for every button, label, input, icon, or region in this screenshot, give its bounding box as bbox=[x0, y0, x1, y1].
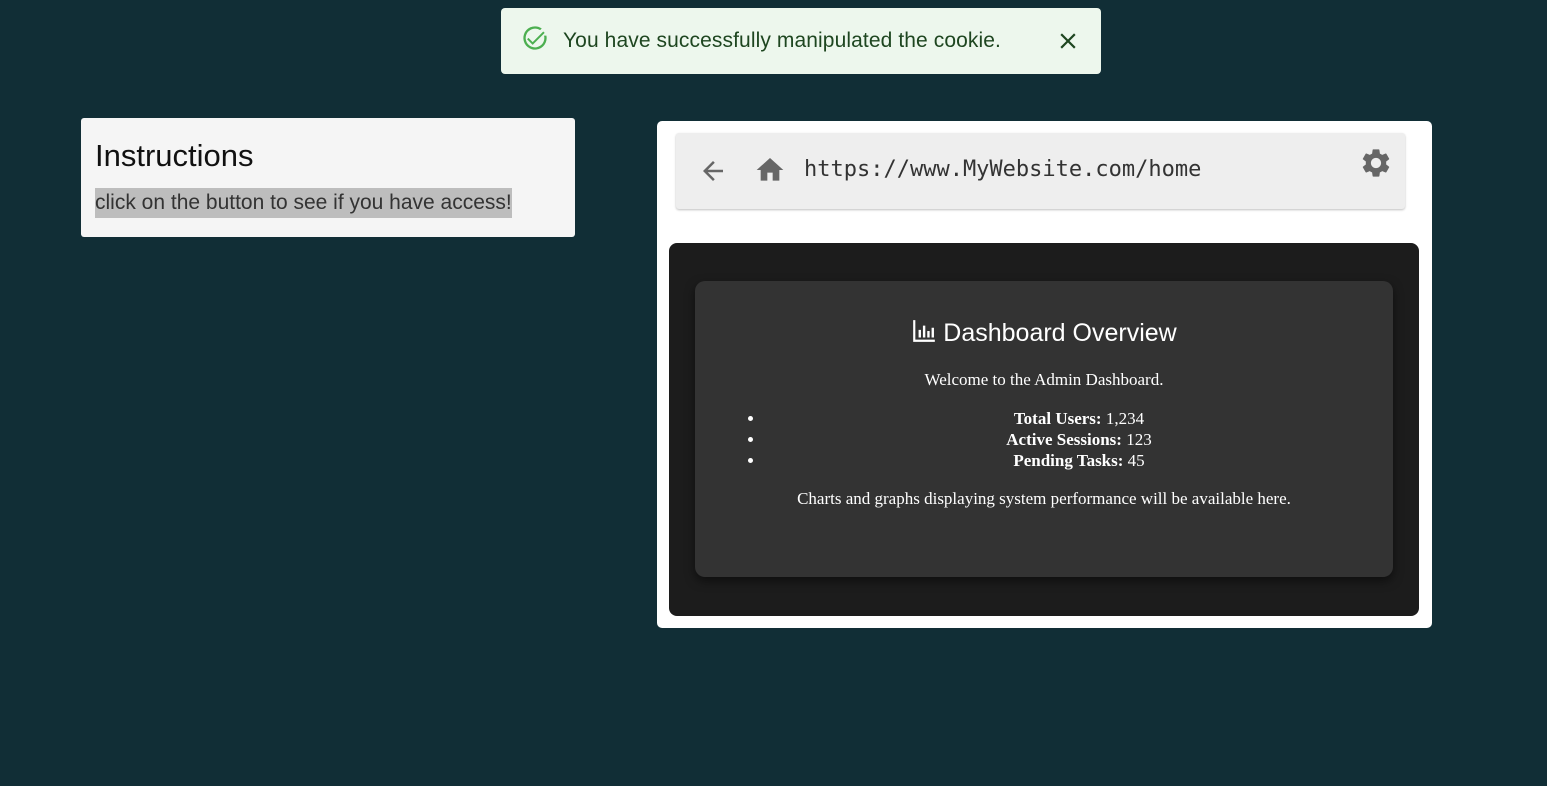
instructions-panel: Instructions click on the button to see … bbox=[81, 118, 575, 237]
close-icon[interactable] bbox=[1055, 28, 1081, 54]
url-text[interactable]: https://www.MyWebsite.com/home bbox=[804, 157, 1201, 182]
dashboard-title: Dashboard Overview bbox=[695, 319, 1393, 348]
dashboard-title-text: Dashboard Overview bbox=[943, 319, 1177, 347]
list-item: Total Users: 1,234 bbox=[765, 408, 1393, 429]
dashboard-card: Dashboard Overview Welcome to the Admin … bbox=[695, 281, 1393, 577]
arrow-left-icon[interactable] bbox=[698, 156, 728, 186]
browser-viewport: Dashboard Overview Welcome to the Admin … bbox=[669, 243, 1419, 616]
gear-icon[interactable] bbox=[1359, 146, 1393, 180]
stat-label: Pending Tasks: bbox=[1013, 451, 1124, 470]
address-bar: https://www.MyWebsite.com/home bbox=[676, 133, 1405, 209]
stat-label: Active Sessions: bbox=[1006, 430, 1122, 449]
browser-window: https://www.MyWebsite.com/home Dashboard… bbox=[657, 121, 1432, 628]
stat-value: 45 bbox=[1127, 451, 1145, 470]
success-toast: You have successfully manipulated the co… bbox=[501, 8, 1101, 74]
toast-message: You have successfully manipulated the co… bbox=[563, 29, 1001, 52]
list-item: Pending Tasks: 45 bbox=[765, 450, 1393, 471]
charts-note: Charts and graphs displaying system perf… bbox=[797, 489, 1291, 508]
stat-value: 1,234 bbox=[1105, 409, 1145, 428]
home-icon[interactable] bbox=[754, 154, 786, 186]
instructions-title: Instructions bbox=[95, 138, 254, 173]
instructions-text: click on the button to see if you have a… bbox=[95, 188, 512, 218]
list-item: Active Sessions: 123 bbox=[765, 429, 1393, 450]
stats-list: Total Users: 1,234 Active Sessions: 123 … bbox=[765, 408, 1393, 471]
bar-chart-icon bbox=[913, 319, 936, 342]
stat-value: 123 bbox=[1126, 430, 1152, 449]
stat-label: Total Users: bbox=[1013, 409, 1102, 428]
check-circle-icon bbox=[523, 26, 547, 50]
welcome-text: Welcome to the Admin Dashboard. bbox=[924, 370, 1164, 389]
